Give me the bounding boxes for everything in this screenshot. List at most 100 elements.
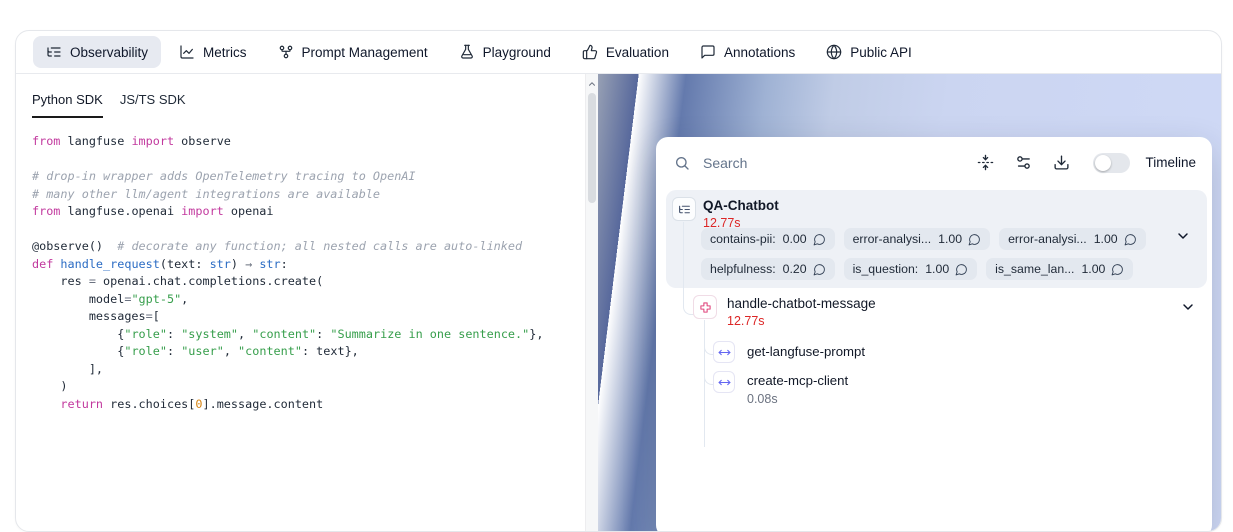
score-badge[interactable]: is_question: 1.00	[844, 258, 978, 280]
span-type-icon-box	[693, 295, 717, 319]
tab-python-sdk[interactable]: Python SDK	[32, 92, 103, 118]
timeline-label: Timeline	[1145, 155, 1196, 170]
code-line: messages=[	[32, 308, 585, 326]
span-row-get-langfuse-prompt[interactable]: get-langfuse-prompt	[713, 341, 865, 363]
trace-name: QA-Chatbot	[703, 197, 779, 214]
tab-label: Prompt Management	[302, 45, 428, 60]
scrollbar-thumb[interactable]	[588, 93, 596, 203]
thumbs-up-icon	[582, 44, 598, 60]
download-icon	[1053, 154, 1070, 171]
code-line: # drop-in wrapper adds OpenTelemetry tra…	[32, 168, 585, 186]
code-line: from langfuse.openai import openai	[32, 203, 585, 221]
tab-label: Observability	[70, 45, 148, 60]
comment-bubble-icon	[1124, 233, 1137, 246]
code-line: def handle_request(text: str) → str:	[32, 256, 585, 274]
comment-bubble-icon	[955, 263, 968, 276]
fold-vertical-button[interactable]	[977, 154, 994, 171]
tab-playground[interactable]: Playground	[446, 36, 564, 68]
span-row-handle-chatbot-message[interactable]: handle-chatbot-message 12.77s	[693, 295, 876, 328]
score-badge-label: is_same_lan...	[995, 262, 1074, 276]
score-badge-value: 0.00	[783, 232, 807, 246]
sdk-tabbar: Python SDK JS/TS SDK	[32, 92, 585, 118]
tab-public-api[interactable]: Public API	[813, 36, 925, 68]
fold-vertical-icon	[977, 154, 994, 171]
tab-metrics[interactable]: Metrics	[166, 36, 260, 68]
code-line: {"role": "system", "content": "Summarize…	[32, 326, 585, 344]
score-badge-value: 1.00	[925, 262, 949, 276]
score-badge-label: error-analysi...	[1008, 232, 1087, 246]
span-duration: 12.77s	[727, 314, 876, 328]
code-line: {"role": "user", "content": text},	[32, 343, 585, 361]
score-badge[interactable]: is_same_lan... 1.00	[986, 258, 1133, 280]
code-line: model="gpt-5",	[32, 291, 585, 309]
globe-icon	[826, 44, 842, 60]
code-line	[32, 151, 585, 169]
message-square-icon	[700, 44, 716, 60]
move-horizontal-icon	[718, 376, 731, 389]
code-scrollbar[interactable]	[585, 74, 598, 532]
tab-label: Playground	[483, 45, 551, 60]
tab-label: Annotations	[724, 45, 795, 60]
tab-label: Metrics	[203, 45, 247, 60]
score-badge-value: 1.00	[938, 232, 962, 246]
code-line: res = openai.chat.completions.create(	[32, 273, 585, 291]
score-badge-value: 1.00	[1094, 232, 1118, 246]
trace-card: Timeline QA-Chatbot 12.77s contains-pii:…	[656, 137, 1212, 532]
search-icon	[674, 155, 690, 171]
trace-row-qa-chatbot[interactable]: QA-Chatbot 12.77s contains-pii:0.00error…	[666, 190, 1207, 288]
score-badge-label: contains-pii:	[710, 232, 776, 246]
score-badge[interactable]: error-analysi... 1.00	[844, 228, 991, 250]
code-line: return res.choices[0].message.content	[32, 396, 585, 414]
code-line: from langfuse import observe	[32, 133, 585, 151]
content-split: Python SDK JS/TS SDK from langfuse impor…	[16, 74, 1221, 532]
tab-prompt-management[interactable]: Prompt Management	[265, 36, 441, 68]
span-type-icon-box	[713, 371, 735, 393]
score-badge[interactable]: contains-pii: 0.00	[701, 228, 835, 250]
list-tree-icon	[46, 44, 62, 60]
toolbar-actions: Timeline	[977, 153, 1196, 173]
tab-label: Evaluation	[606, 45, 669, 60]
chart-line-icon	[179, 44, 195, 60]
span-duration: 0.08s	[747, 392, 848, 406]
code-line: @observe() # decorate any function; all …	[32, 238, 585, 256]
score-badge-row: helpfulness:0.20is_question:1.00is_same_…	[701, 258, 1146, 280]
code-block: from langfuse import observe # drop-in w…	[32, 133, 585, 413]
span-row-create-mcp-client[interactable]: create-mcp-client 0.08s	[713, 371, 848, 406]
tab-evaluation[interactable]: Evaluation	[569, 36, 682, 68]
score-badge-label: helpfulness:	[710, 262, 776, 276]
score-badge-rows: contains-pii:0.00error-analysi...1.00err…	[701, 228, 1146, 280]
tab-annotations[interactable]: Annotations	[687, 36, 808, 68]
tab-jsts-sdk[interactable]: JS/TS SDK	[120, 92, 186, 118]
code-line	[32, 221, 585, 239]
filter-settings-button[interactable]	[1015, 154, 1032, 171]
toggle-knob	[1095, 155, 1111, 171]
span-plus-icon	[699, 301, 712, 314]
search-input[interactable]	[701, 154, 966, 172]
span-name: handle-chatbot-message	[727, 295, 876, 312]
trace-type-icon-box	[672, 197, 696, 221]
chevron-down-icon	[1180, 299, 1196, 315]
preview-panel: Timeline QA-Chatbot 12.77s contains-pii:…	[598, 74, 1221, 532]
chevron-down-icon	[1175, 228, 1191, 244]
git-fork-icon	[278, 44, 294, 60]
timeline-toggle[interactable]	[1093, 153, 1130, 173]
score-badge[interactable]: error-analysi... 1.00	[999, 228, 1146, 250]
comment-bubble-icon	[968, 233, 981, 246]
tab-observability[interactable]: Observability	[33, 36, 161, 68]
score-badge-label: error-analysi...	[853, 232, 932, 246]
span-type-icon-box	[713, 341, 735, 363]
score-badge-value: 1.00	[1081, 262, 1105, 276]
download-button[interactable]	[1053, 154, 1070, 171]
span-name: get-langfuse-prompt	[747, 342, 865, 362]
trace-toolbar: Timeline	[656, 137, 1212, 188]
span-name: create-mcp-client	[747, 371, 848, 391]
sliders-icon	[1015, 154, 1032, 171]
collapse-span-button[interactable]	[1180, 299, 1196, 315]
scroll-up-arrow-icon[interactable]	[587, 79, 597, 89]
move-horizontal-icon	[718, 346, 731, 359]
score-badge-label: is_question:	[853, 262, 919, 276]
score-badge[interactable]: helpfulness:0.20	[701, 258, 835, 280]
flask-icon	[459, 44, 475, 60]
code-line: ],	[32, 361, 585, 379]
collapse-trace-button[interactable]	[1175, 228, 1191, 244]
